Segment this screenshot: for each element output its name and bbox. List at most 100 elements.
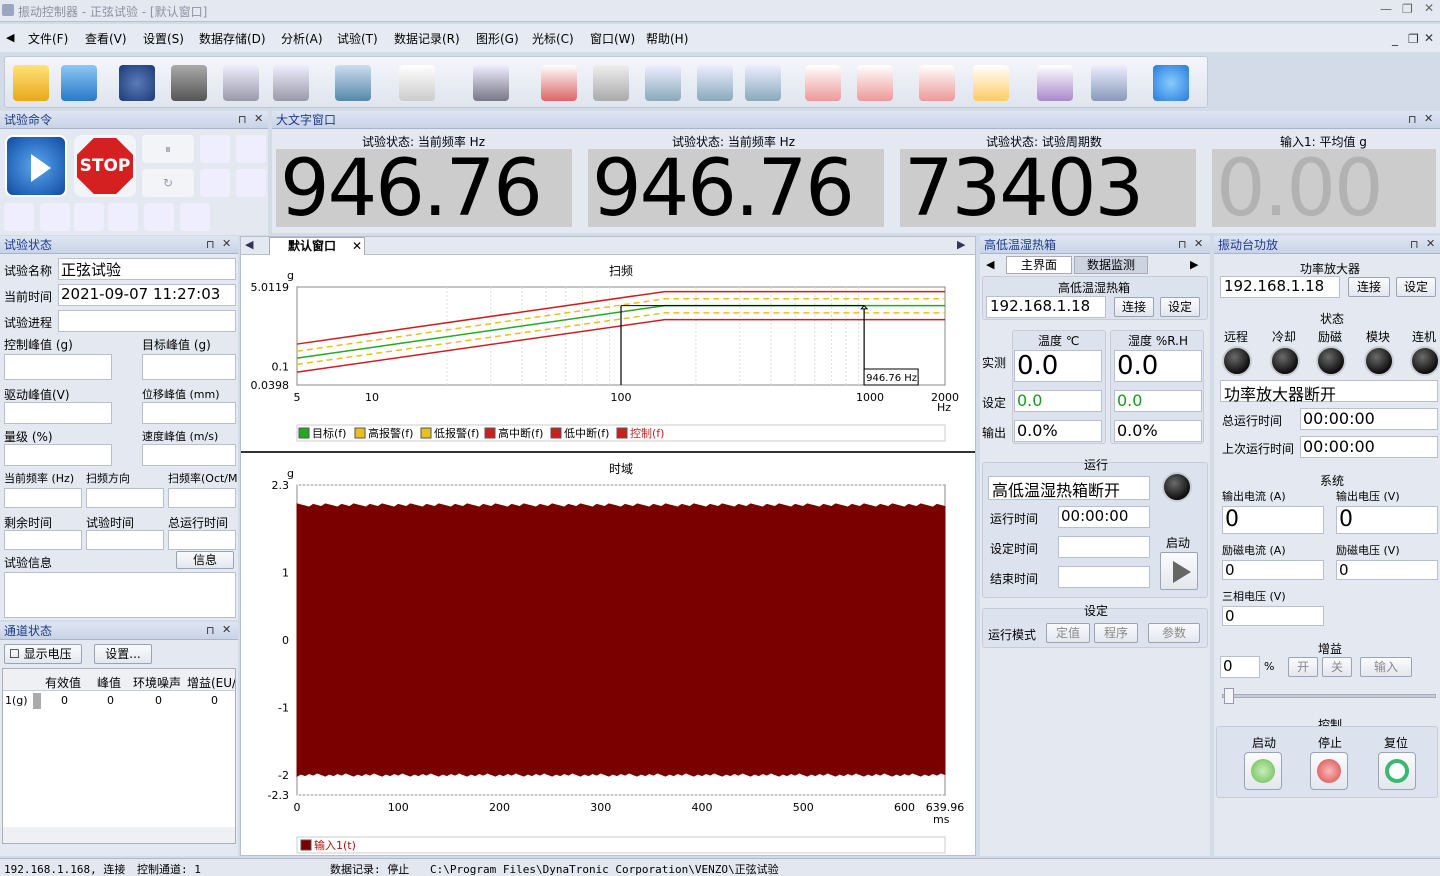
gain-field[interactable]: 0 [1220, 656, 1260, 678]
level-up2-icon[interactable] [236, 135, 266, 163]
level-down-icon[interactable] [200, 169, 230, 197]
window-icon[interactable] [473, 65, 509, 101]
menu-analysis[interactable]: 分析(A) [281, 30, 323, 47]
zoom-in-icon[interactable] [645, 65, 681, 101]
chamber-connect-button[interactable]: 连接 [1114, 297, 1154, 317]
chamber-ip-field[interactable]: 192.168.1.18 [986, 296, 1106, 318]
minimize-button[interactable]: — [1380, 2, 1392, 16]
hand-icon[interactable] [593, 65, 629, 101]
play-button[interactable] [5, 135, 67, 197]
resume-button[interactable]: ↻ [142, 169, 194, 197]
channel-settings-button[interactable]: 设置... [94, 644, 152, 664]
tab-close-icon[interactable]: ✕ [352, 238, 362, 254]
end-time-field[interactable] [1058, 566, 1150, 588]
sweep-fwd-icon[interactable] [74, 203, 104, 231]
close-button[interactable]: ✕ [1424, 1, 1434, 15]
gain-slider-track[interactable] [1222, 694, 1436, 698]
param-button[interactable]: 参数 [1148, 623, 1200, 643]
chat-icon[interactable] [1153, 65, 1189, 101]
menu-window[interactable]: 窗口(W) [590, 30, 635, 47]
sweep-icon[interactable] [236, 169, 266, 197]
mdi-minimize[interactable]: _ [1392, 32, 1398, 46]
chamber-set-button[interactable]: 设定 [1160, 297, 1200, 317]
temp-set[interactable]: 0.0 [1014, 390, 1102, 412]
tab-main[interactable]: 主界面 [1006, 256, 1072, 274]
mdi-close[interactable]: ✕ [1424, 31, 1434, 45]
horizontal-scrollbar[interactable] [3, 827, 235, 843]
chamber-start-button[interactable] [1160, 552, 1198, 590]
table-row[interactable]: 1(g) 0 0 0 0 [3, 693, 235, 709]
menu-settings[interactable]: 设置(S) [143, 30, 184, 47]
cursor-icon[interactable] [973, 65, 1009, 101]
report-icon[interactable] [335, 65, 371, 101]
sweep-back-icon[interactable] [4, 203, 34, 231]
chart-settings-icon[interactable] [223, 65, 259, 101]
open-icon[interactable] [13, 65, 49, 101]
curve-delete-icon[interactable] [857, 65, 893, 101]
flag-icon[interactable] [1091, 65, 1127, 101]
shaker-icon[interactable] [171, 65, 207, 101]
amp-start-button[interactable] [1244, 752, 1282, 790]
level-up-icon[interactable] [200, 135, 230, 163]
list-icon[interactable] [144, 203, 174, 231]
close-icon[interactable]: ✕ [222, 237, 231, 250]
restore-button[interactable]: ❐ [1402, 2, 1413, 16]
tab-right-arrow[interactable]: ▶ [1190, 258, 1198, 271]
info-button[interactable]: 信息 [176, 551, 234, 569]
close-icon[interactable]: ✕ [1194, 237, 1203, 250]
gain-on-button[interactable]: 开 [1288, 657, 1318, 677]
tab-right-arrow[interactable]: ▶ [957, 238, 965, 251]
close-icon[interactable]: ✕ [1424, 112, 1433, 125]
gain-slider-handle[interactable] [1224, 688, 1234, 704]
sweep-chart[interactable]: 扫频g5.01190.10.03985 10 100 1000 2000Hz946.76… [251, 264, 960, 442]
menu-help[interactable]: 帮助(H) [646, 30, 688, 47]
amp-reset-button[interactable] [1378, 752, 1416, 790]
analysis-icon[interactable] [273, 65, 309, 101]
tab-default-window[interactable]: 默认窗口 ✕ [269, 237, 365, 255]
sweep-help-icon[interactable] [108, 203, 138, 231]
menu-storage[interactable]: 数据存储(D) [199, 30, 266, 47]
pin-icon[interactable]: ⊓ [1178, 238, 1187, 251]
time-chart[interactable]: 时域g2.310-1-2-2.30 100 200 300 400 500 600 639.9… [268, 462, 965, 854]
edit-icon[interactable] [399, 65, 435, 101]
pin-icon[interactable]: ⊓ [238, 113, 247, 126]
stop-button[interactable]: STOP [74, 135, 136, 197]
gain-off-button[interactable]: 关 [1322, 657, 1352, 677]
mdi-restore[interactable]: ❐ [1408, 32, 1419, 46]
sweep-hold-icon[interactable] [40, 203, 70, 231]
show-voltage-checkbox[interactable]: ☐ 显示电压 [4, 644, 82, 664]
charts-svg[interactable]: 扫频g5.01190.10.03985 10 100 1000 2000Hz946.76… [241, 255, 975, 855]
menu-record[interactable]: 数据记录(R) [394, 30, 460, 47]
menu-cursor[interactable]: 光标(C) [532, 30, 574, 47]
zoom-out-icon[interactable] [697, 65, 733, 101]
pin-icon[interactable]: ⊓ [1410, 238, 1419, 251]
menu-graph[interactable]: 图形(G) [476, 30, 519, 47]
save-icon[interactable] [61, 65, 97, 101]
menu-test[interactable]: 试验(T) [337, 30, 378, 47]
fit-icon[interactable] [745, 65, 781, 101]
tab-left-arrow[interactable]: ◀ [245, 238, 253, 251]
amp-stop-button[interactable] [1310, 752, 1348, 790]
list2-icon[interactable] [180, 203, 210, 231]
mode-program-button[interactable]: 程序 [1094, 623, 1138, 643]
curve-multi-icon[interactable] [919, 65, 955, 101]
amp-ip-field[interactable]: 192.168.1.18 [1220, 276, 1340, 298]
gain-input-button[interactable]: 输入 [1360, 657, 1412, 677]
pause-button[interactable]: ⏸ [142, 135, 194, 163]
menu-file[interactable]: 文件(F) [28, 30, 68, 47]
hum-set[interactable]: 0.0 [1114, 390, 1202, 412]
gear-icon[interactable] [119, 65, 155, 101]
pin-icon[interactable]: ⊓ [1408, 113, 1417, 126]
stop-record-icon[interactable] [541, 65, 577, 101]
menu-view[interactable]: 查看(V) [85, 30, 127, 47]
pin-icon[interactable]: ⊓ [206, 238, 215, 251]
amp-set-button[interactable]: 设定 [1396, 277, 1436, 297]
set-time-field[interactable] [1058, 536, 1150, 558]
amp-connect-button[interactable]: 连接 [1348, 277, 1390, 297]
info-field[interactable] [4, 572, 236, 618]
doc-icon[interactable]: ◀ [6, 31, 14, 44]
tab-left-arrow[interactable]: ◀ [986, 258, 994, 271]
close-icon[interactable]: ✕ [254, 112, 263, 125]
curve-icon[interactable] [805, 65, 841, 101]
tab-monitor[interactable]: 数据监测 [1074, 256, 1148, 274]
